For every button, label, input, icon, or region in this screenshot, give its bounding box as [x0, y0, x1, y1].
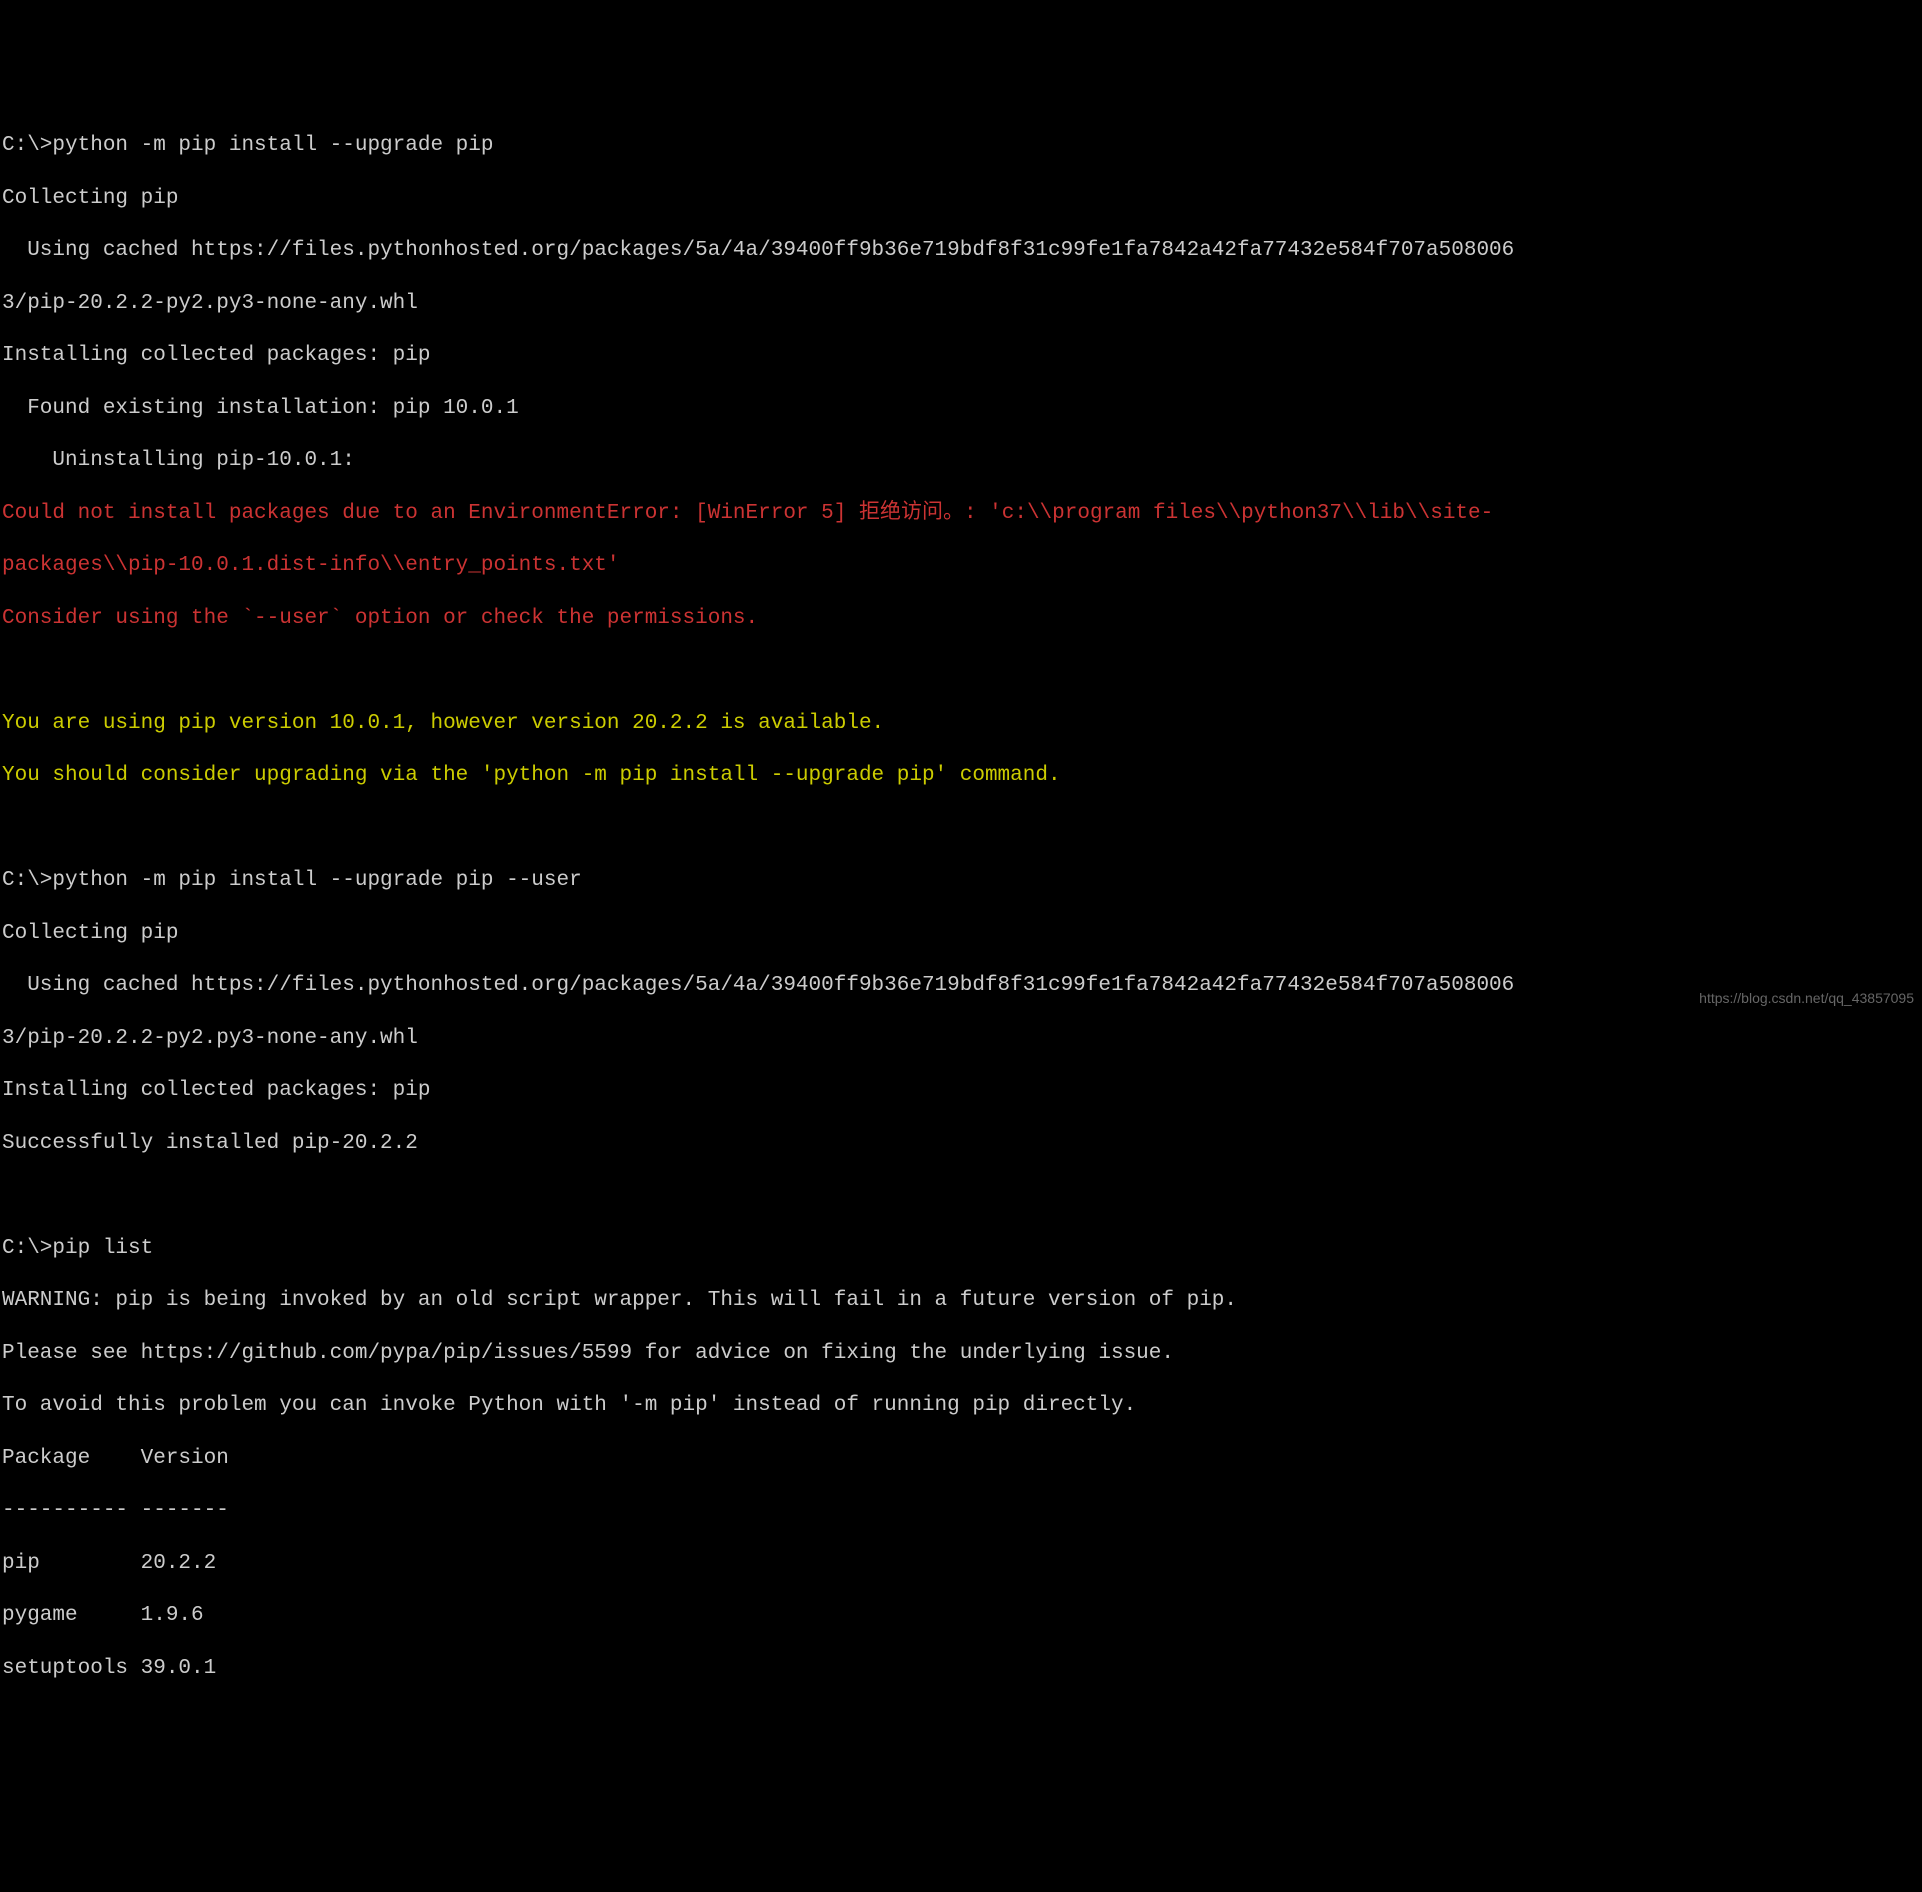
- table-row: setuptools 39.0.1: [2, 1656, 1920, 1682]
- output-line: To avoid this problem you can invoke Pyt…: [2, 1393, 1920, 1419]
- output-line: Found existing installation: pip 10.0.1: [2, 396, 1920, 422]
- warning-line: You should consider upgrading via the 'p…: [2, 763, 1920, 789]
- output-line: 3/pip-20.2.2-py2.py3-none-any.whl: [2, 1026, 1920, 1052]
- output-line: WARNING: pip is being invoked by an old …: [2, 1288, 1920, 1314]
- cmd-line-2: C:\>python -m pip install --upgrade pip …: [2, 868, 1920, 894]
- table-row: pip 20.2.2: [2, 1551, 1920, 1577]
- error-line: Consider using the `--user` option or ch…: [2, 606, 1920, 632]
- warning-line: You are using pip version 10.0.1, howeve…: [2, 711, 1920, 737]
- table-header: Package Version: [2, 1446, 1920, 1472]
- cmd-line-1: C:\>python -m pip install --upgrade pip: [2, 133, 1920, 159]
- output-line: 3/pip-20.2.2-py2.py3-none-any.whl: [2, 291, 1920, 317]
- output-line: Collecting pip: [2, 921, 1920, 947]
- output-line: Successfully installed pip-20.2.2: [2, 1131, 1920, 1157]
- table-row: pygame 1.9.6: [2, 1603, 1920, 1629]
- table-divider: ---------- -------: [2, 1498, 1920, 1524]
- terminal-output[interactable]: C:\>python -m pip install --upgrade pip …: [2, 107, 1920, 1708]
- error-line: packages\\pip-10.0.1.dist-info\\entry_po…: [2, 553, 1920, 579]
- error-line: Could not install packages due to an Env…: [2, 501, 1920, 527]
- output-line: Please see https://github.com/pypa/pip/i…: [2, 1341, 1920, 1367]
- cmd-line-3: C:\>pip list: [2, 1236, 1920, 1262]
- output-line: Collecting pip: [2, 186, 1920, 212]
- output-line: Using cached https://files.pythonhosted.…: [2, 238, 1920, 264]
- output-line: Installing collected packages: pip: [2, 1078, 1920, 1104]
- output-line: Uninstalling pip-10.0.1:: [2, 448, 1920, 474]
- blank-line: [2, 1183, 1920, 1209]
- output-line: Installing collected packages: pip: [2, 343, 1920, 369]
- blank-line: [2, 658, 1920, 684]
- output-line: Using cached https://files.pythonhosted.…: [2, 973, 1920, 999]
- watermark-text: https://blog.csdn.net/qq_43857095: [1699, 990, 1914, 1008]
- blank-line: [2, 816, 1920, 842]
